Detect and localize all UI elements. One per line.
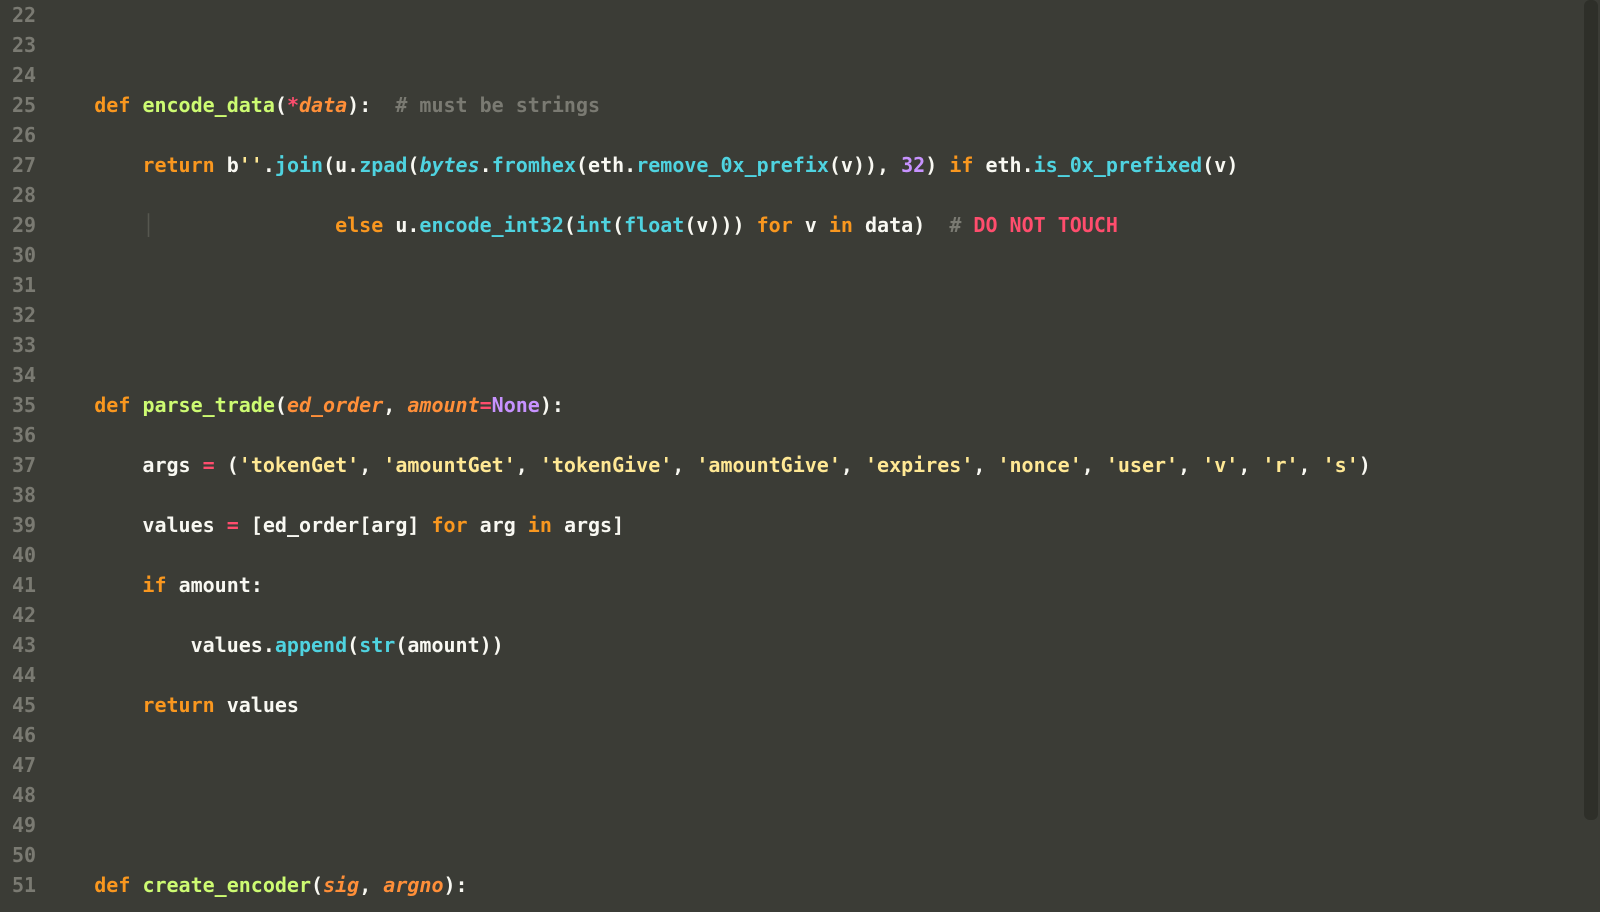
line-number: 41 bbox=[12, 570, 36, 600]
scrollbar-thumb[interactable] bbox=[1584, 0, 1598, 820]
line-number: 31 bbox=[12, 270, 36, 300]
line-number: 24 bbox=[12, 60, 36, 90]
code-line[interactable] bbox=[46, 810, 1592, 840]
line-number: 37 bbox=[12, 450, 36, 480]
line-number: 39 bbox=[12, 510, 36, 540]
code-line[interactable] bbox=[46, 270, 1592, 300]
line-number: 25 bbox=[12, 90, 36, 120]
line-number: 30 bbox=[12, 240, 36, 270]
code-line[interactable]: values = [ed_order[arg] for arg in args] bbox=[46, 510, 1592, 540]
code-line[interactable]: return values bbox=[46, 690, 1592, 720]
code-line[interactable] bbox=[46, 30, 1592, 60]
line-number: 34 bbox=[12, 360, 36, 390]
code-line[interactable]: def encode_data(*data): # must be string… bbox=[46, 90, 1592, 120]
line-number: 32 bbox=[12, 300, 36, 330]
line-number: 33 bbox=[12, 330, 36, 360]
code-line[interactable]: def create_encoder(sig, argno): bbox=[46, 870, 1592, 900]
line-number: 45 bbox=[12, 690, 36, 720]
line-number: 38 bbox=[12, 480, 36, 510]
line-number: 46 bbox=[12, 720, 36, 750]
line-number: 50 bbox=[12, 840, 36, 870]
code-line[interactable]: values.append(str(amount)) bbox=[46, 630, 1592, 660]
vertical-scrollbar[interactable] bbox=[1584, 0, 1598, 912]
line-number: 42 bbox=[12, 600, 36, 630]
code-line[interactable]: if amount: bbox=[46, 570, 1592, 600]
code-editor[interactable]: 22 23 24 25 26 27 28 29 30 31 32 33 34 3… bbox=[0, 0, 1600, 912]
code-line[interactable] bbox=[46, 330, 1592, 360]
code-line[interactable]: def parse_trade(ed_order, amount=None): bbox=[46, 390, 1592, 420]
code-line[interactable] bbox=[46, 750, 1592, 780]
line-number: 51 bbox=[12, 870, 36, 900]
code-line[interactable]: args = ('tokenGet', 'amountGet', 'tokenG… bbox=[46, 450, 1592, 480]
line-number: 27 bbox=[12, 150, 36, 180]
line-number: 44 bbox=[12, 660, 36, 690]
code-area[interactable]: def encode_data(*data): # must be string… bbox=[46, 0, 1600, 912]
line-number: 35 bbox=[12, 390, 36, 420]
line-number-gutter: 22 23 24 25 26 27 28 29 30 31 32 33 34 3… bbox=[0, 0, 46, 912]
line-number: 36 bbox=[12, 420, 36, 450]
line-number: 23 bbox=[12, 30, 36, 60]
line-number: 26 bbox=[12, 120, 36, 150]
line-number: 43 bbox=[12, 630, 36, 660]
line-number: 40 bbox=[12, 540, 36, 570]
line-number: 49 bbox=[12, 810, 36, 840]
line-number: 22 bbox=[12, 0, 36, 30]
line-number: 28 bbox=[12, 180, 36, 210]
line-number: 29 bbox=[12, 210, 36, 240]
line-number: 48 bbox=[12, 780, 36, 810]
code-line[interactable]: return b''.join(u.zpad(bytes.fromhex(eth… bbox=[46, 150, 1592, 180]
line-number: 47 bbox=[12, 750, 36, 780]
code-line[interactable]: │ else u.encode_int32(int(float(v))) for… bbox=[46, 210, 1592, 240]
